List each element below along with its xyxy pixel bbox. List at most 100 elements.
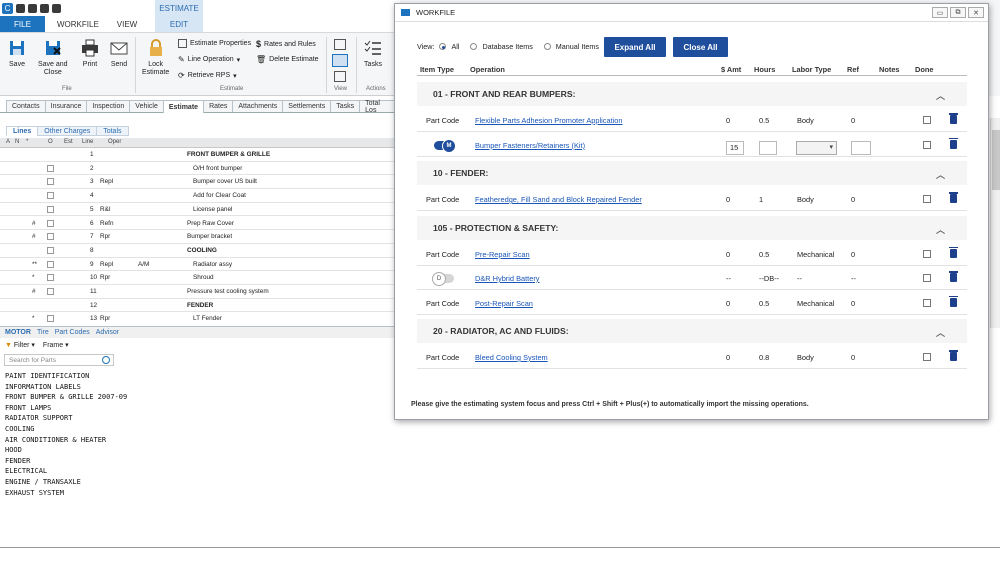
grid-scrollbar[interactable] bbox=[990, 118, 1000, 328]
parts-list-item[interactable]: EXHAUST SYSTEM bbox=[5, 488, 127, 499]
table-row[interactable]: * 13 Rpr LT Fender bbox=[0, 312, 395, 324]
table-row[interactable]: 8 COOLING bbox=[0, 244, 395, 258]
tab-contacts[interactable]: Contacts bbox=[6, 100, 46, 112]
done-checkbox[interactable] bbox=[923, 274, 931, 282]
chevron-up-icon[interactable]: ︿ bbox=[936, 223, 945, 236]
tab-advisor[interactable]: Advisor bbox=[96, 329, 119, 336]
delete-estimate-button[interactable]: 🗑 Delete Estimate bbox=[256, 55, 319, 64]
operation-link[interactable]: D&R Hybrid Battery bbox=[475, 274, 539, 283]
table-row[interactable]: 5 R&I License panel bbox=[0, 203, 395, 217]
tab-rates[interactable]: Rates bbox=[203, 100, 234, 112]
view-icon-3[interactable] bbox=[334, 71, 346, 82]
tab-part-codes[interactable]: Part Codes bbox=[55, 329, 90, 336]
done-checkbox[interactable] bbox=[923, 249, 931, 258]
save-close-icon[interactable] bbox=[28, 3, 37, 13]
parts-list-item[interactable]: FENDER bbox=[5, 456, 127, 467]
tab-inspection[interactable]: Inspection bbox=[86, 100, 131, 112]
tab-settlements[interactable]: Settlements bbox=[282, 100, 332, 112]
done-checkbox[interactable] bbox=[923, 116, 931, 124]
tab-estimate[interactable]: Estimate bbox=[162, 100, 205, 113]
tab-attachments[interactable]: Attachments bbox=[232, 100, 284, 112]
rates-rules-button[interactable]: $ Rates and Rules bbox=[256, 39, 316, 49]
row-checkbox[interactable] bbox=[47, 274, 54, 282]
close-button[interactable]: ✕ bbox=[968, 7, 984, 18]
parts-list-item[interactable]: COOLING bbox=[5, 424, 127, 435]
table-row[interactable]: #6 Refn Prep Raw Cover bbox=[0, 217, 395, 231]
section-header[interactable]: 20 - RADIATOR, AC AND FLUIDS: ︿ bbox=[417, 319, 967, 343]
tab-insurance[interactable]: Insurance bbox=[44, 100, 88, 112]
chevron-up-icon[interactable]: ︿ bbox=[936, 89, 945, 102]
table-row[interactable]: ** 9 Repl A/M Radiator assy bbox=[0, 258, 395, 272]
tab-edit[interactable]: EDIT bbox=[155, 16, 203, 32]
view-icon-2[interactable] bbox=[332, 54, 348, 67]
labor-type-select[interactable] bbox=[796, 140, 837, 155]
row-checkbox[interactable] bbox=[47, 233, 54, 241]
row-checkbox[interactable] bbox=[47, 205, 54, 213]
table-row[interactable]: #7 Rpr Bumper bracket bbox=[0, 230, 395, 244]
radio-database-items[interactable] bbox=[470, 43, 478, 50]
table-row[interactable]: 3 Repl Bumper cover US built bbox=[0, 175, 395, 190]
table-row[interactable]: 4 Add for Clear Coat bbox=[0, 189, 395, 203]
parts-list-item[interactable]: FRONT BUMPER & GRILLE 2007-09 bbox=[5, 392, 127, 403]
radio-manual-items[interactable] bbox=[543, 43, 551, 50]
tab-motor[interactable]: MOTOR bbox=[5, 329, 31, 336]
estimate-properties-button[interactable]: Estimate Properties bbox=[178, 39, 251, 48]
done-checkbox[interactable] bbox=[923, 195, 931, 203]
parts-list-item[interactable]: INFORMATION LABELS bbox=[5, 382, 127, 393]
send-button[interactable]: Send bbox=[110, 39, 128, 69]
operation-link[interactable]: Post-Repair Scan bbox=[475, 299, 533, 308]
row-checkbox[interactable] bbox=[47, 178, 54, 186]
row-checkbox[interactable] bbox=[47, 246, 54, 254]
parts-list-item[interactable]: RADIATOR SUPPORT bbox=[5, 413, 127, 424]
section-header[interactable]: 10 - FENDER: ︿ bbox=[417, 161, 967, 185]
operation-link[interactable]: Featheredge, Fill Sand and Block Repaire… bbox=[475, 195, 642, 204]
trash-icon[interactable] bbox=[949, 350, 958, 361]
table-row[interactable]: #11 Pressure test cooling system bbox=[0, 285, 395, 299]
table-row[interactable]: 12 FENDER bbox=[0, 299, 395, 313]
operation-link[interactable]: Bleed Cooling System bbox=[475, 353, 548, 362]
manual-toggle[interactable] bbox=[434, 138, 456, 153]
row-checkbox[interactable] bbox=[47, 260, 54, 268]
parts-list-item[interactable]: HOOD bbox=[5, 445, 127, 456]
col-line[interactable]: Line bbox=[82, 139, 93, 145]
operation-link[interactable]: Pre-Repair Scan bbox=[475, 250, 530, 259]
parts-search-input[interactable]: Search for Parts bbox=[4, 354, 114, 366]
save-and-close-button[interactable]: Save and Close bbox=[38, 39, 68, 77]
done-checkbox[interactable] bbox=[923, 140, 931, 149]
radio-all[interactable] bbox=[439, 43, 447, 50]
trash-icon[interactable] bbox=[949, 113, 958, 124]
save-icon[interactable] bbox=[16, 3, 25, 13]
trash-icon[interactable] bbox=[949, 271, 958, 282]
col-oper[interactable]: Oper bbox=[108, 139, 121, 145]
col-a[interactable]: A bbox=[6, 139, 10, 145]
col-est[interactable]: Est bbox=[64, 139, 73, 145]
trash-icon[interactable] bbox=[949, 137, 958, 149]
retrieve-rps-button[interactable]: ⟳ Retrieve RPS ▾ bbox=[178, 71, 237, 80]
scrollbar-thumb[interactable] bbox=[992, 130, 1000, 190]
operation-link[interactable]: Flexible Parts Adhesion Promoter Applica… bbox=[475, 116, 622, 125]
lock-estimate-button[interactable]: Lock Estimate bbox=[142, 39, 169, 77]
amount-input[interactable]: 15 bbox=[726, 140, 744, 155]
ref-input[interactable] bbox=[851, 140, 871, 155]
row-checkbox[interactable] bbox=[47, 164, 54, 172]
table-row[interactable]: * 10 Rpr Shroud bbox=[0, 271, 395, 285]
tab-view[interactable]: VIEW bbox=[105, 16, 149, 32]
section-header[interactable]: 01 - FRONT AND REAR BUMPERS: ︿ bbox=[417, 82, 967, 106]
subtab-lines[interactable]: Lines bbox=[6, 126, 39, 136]
operation-link[interactable]: Bumper Fasteners/Retainers (Kit) bbox=[475, 141, 585, 150]
tab-tire[interactable]: Tire bbox=[37, 329, 49, 336]
tab-tasks[interactable]: Tasks bbox=[330, 100, 361, 112]
export-icon[interactable] bbox=[52, 3, 61, 13]
frame-button[interactable]: Frame ▾ bbox=[43, 341, 69, 349]
view-icon-1[interactable] bbox=[334, 39, 346, 50]
section-header[interactable]: 105 - PROTECTION & SAFETY: ︿ bbox=[417, 215, 967, 240]
parts-list-item[interactable]: AIR CONDITIONER & HEATER bbox=[5, 435, 127, 446]
tab-file[interactable]: FILE bbox=[0, 16, 45, 32]
col-o[interactable]: O bbox=[48, 139, 53, 145]
search-icon[interactable] bbox=[102, 356, 110, 364]
filter-button[interactable]: ▼ Filter ▾ bbox=[5, 341, 35, 349]
tab-total-loss[interactable]: Total Los bbox=[359, 100, 396, 114]
row-checkbox[interactable] bbox=[47, 315, 54, 323]
row-checkbox[interactable] bbox=[47, 219, 54, 227]
close-all-button[interactable]: Close All bbox=[673, 37, 728, 57]
